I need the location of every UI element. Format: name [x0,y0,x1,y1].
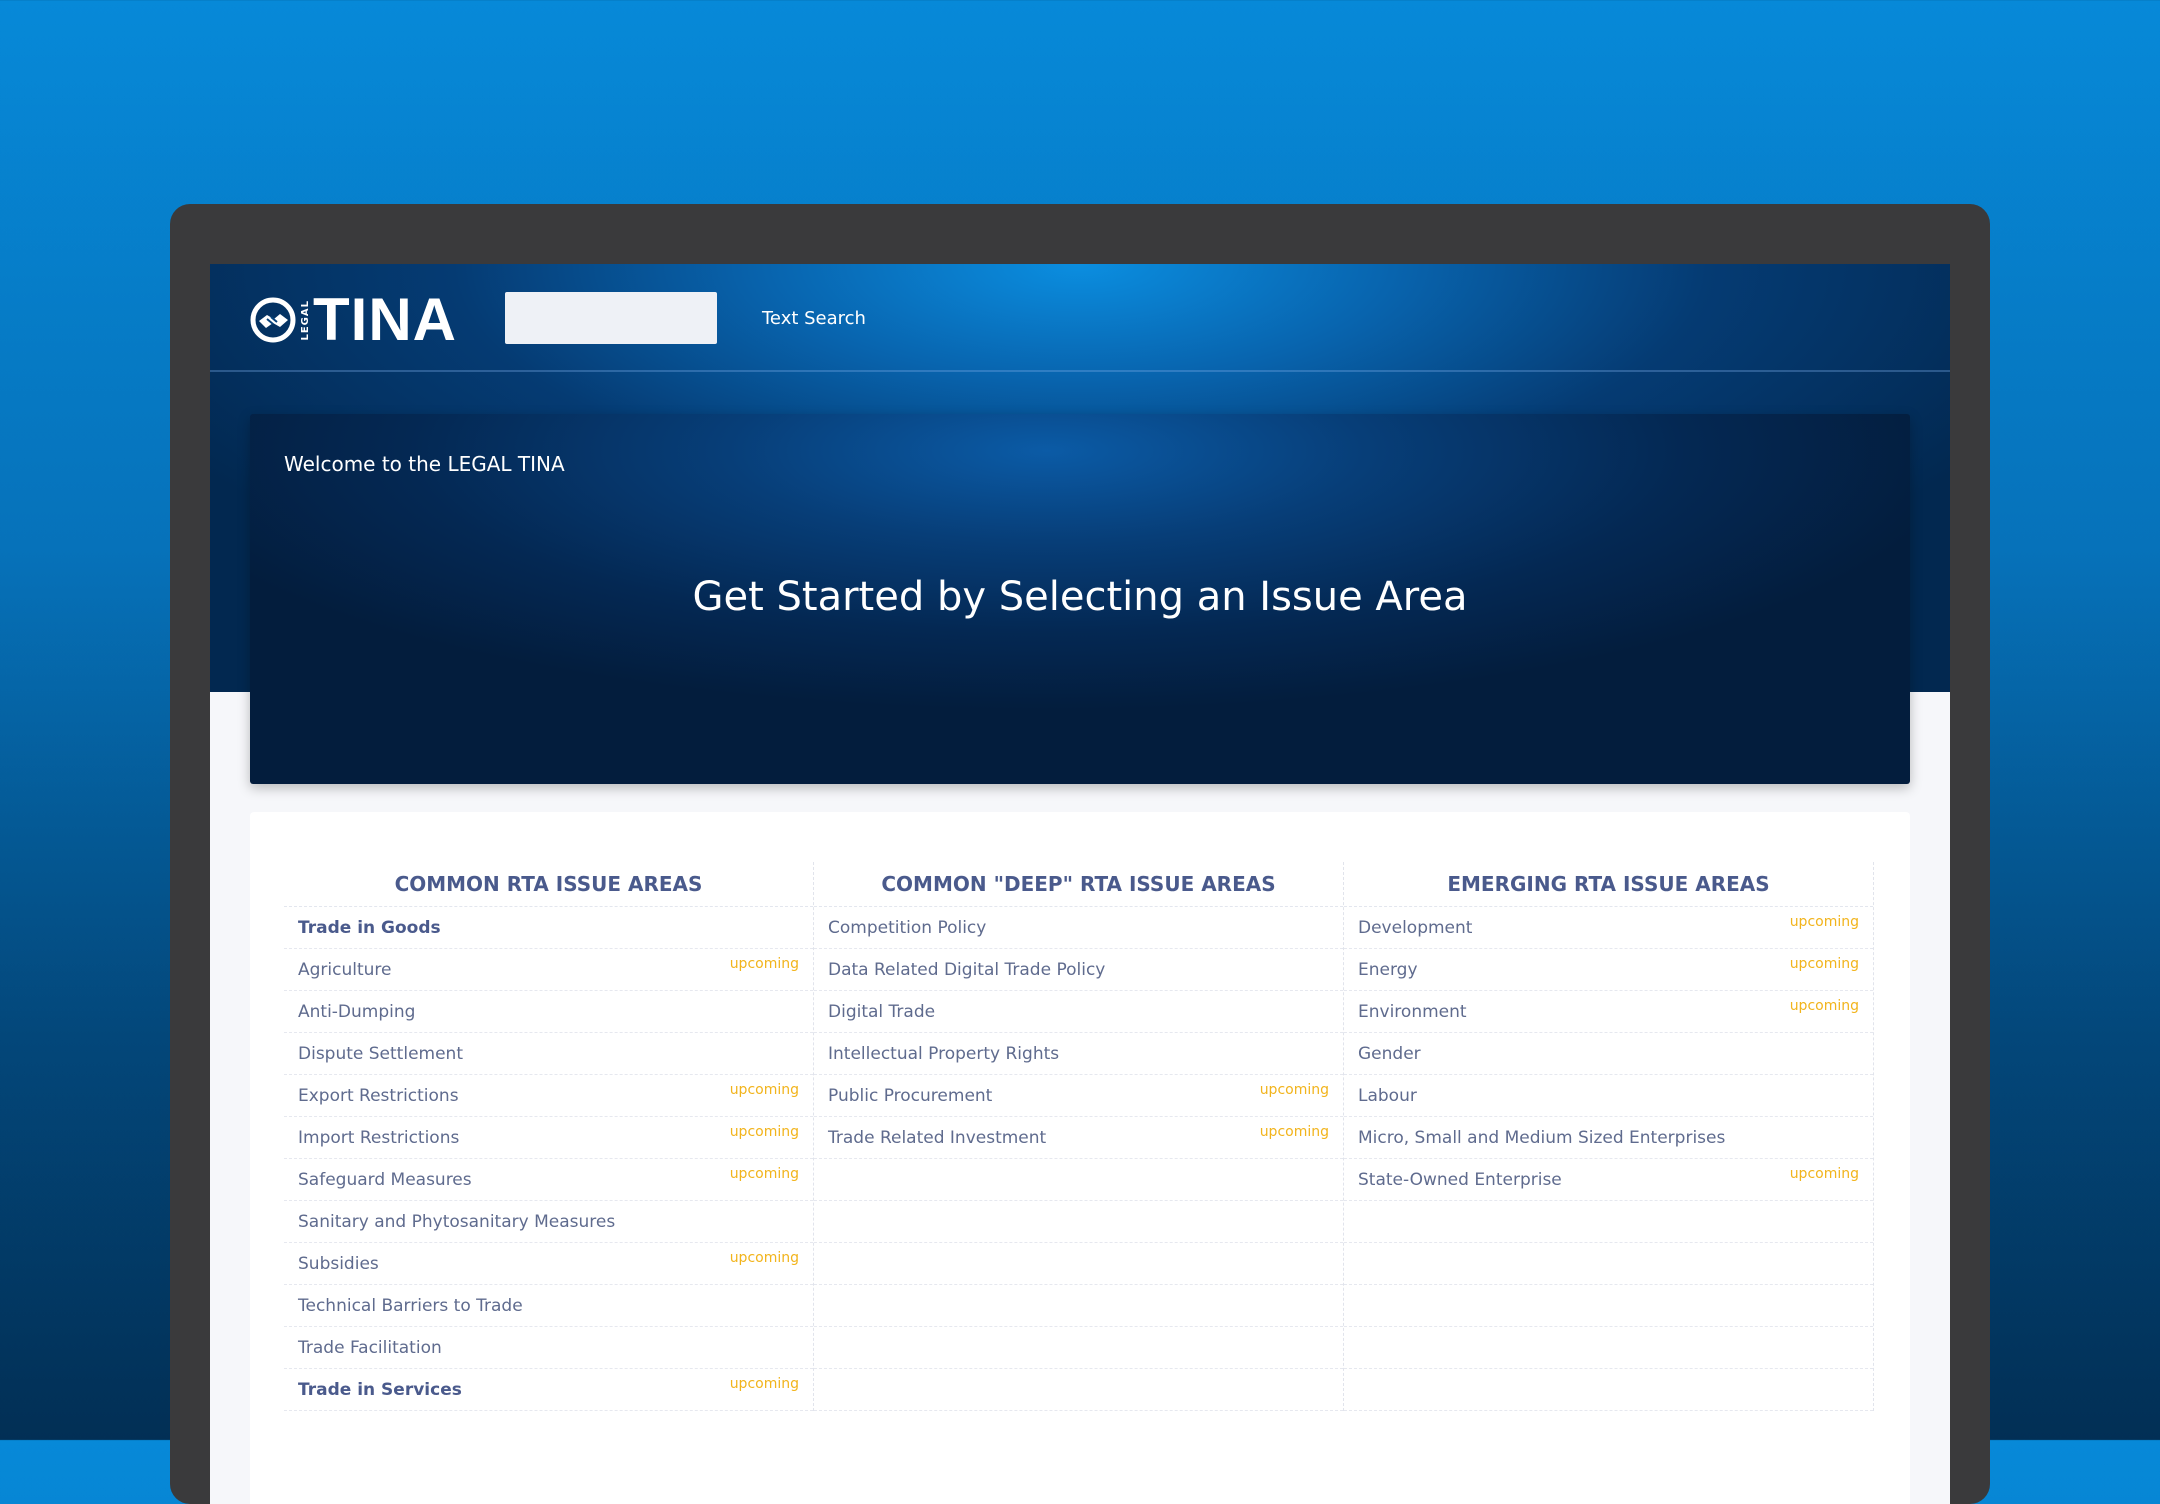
tab-key-issue-areas[interactable]: Key Issue Areas [505,292,717,344]
upcoming-badge: upcoming [729,1166,799,1182]
upcoming-badge: upcoming [1789,956,1859,972]
issue-area-dispute-settlement[interactable]: Dispute Settlement [284,1033,813,1075]
issue-area-export-restrictions[interactable]: Export Restrictions upcoming [284,1075,813,1117]
issue-area-label: Trade Facilitation [298,1337,442,1358]
issue-area-label: Intellectual Property Rights [828,1043,1060,1064]
issue-area-energy[interactable]: Energy upcoming [1344,949,1873,991]
issue-area-data-related-digital-trade-policy[interactable]: Data Related Digital Trade Policy [814,949,1343,991]
issue-area-trade-in-services[interactable]: Trade in Services upcoming [284,1369,813,1411]
issue-area-agriculture[interactable]: Agriculture upcoming [284,949,813,991]
upcoming-badge: upcoming [729,1124,799,1140]
issue-column-2: COMMON "DEEP" RTA ISSUE AREAS Competition… [814,862,1344,1411]
issue-area-label: Agriculture [298,959,392,980]
issue-area-subsidies[interactable]: Subsidies upcoming [284,1243,813,1285]
issue-area-label: Development [1358,917,1473,938]
handshake-icon [250,297,296,343]
empty-row [1344,1243,1873,1285]
issue-area-anti-dumping[interactable]: Anti-Dumping [284,991,813,1033]
issue-area-label: Dispute Settlement [298,1043,463,1064]
issue-areas-panel: COMMON RTA ISSUE AREAS Trade in Goods Agri… [250,812,1910,1504]
empty-row [814,1201,1343,1243]
issue-area-label: Trade Related Investment [828,1127,1047,1148]
issue-area-label: Subsidies [298,1253,379,1274]
empty-row [814,1243,1343,1285]
issue-area-label: Competition Policy [828,917,987,938]
issue-area-micro-small-and-medium-sized-enterprises[interactable]: Micro, Small and Medium Sized Enterprise… [1344,1117,1873,1159]
issue-area-label: Energy [1358,959,1418,980]
issue-area-label: Export Restrictions [298,1085,459,1106]
issue-area-trade-related-investment[interactable]: Trade Related Investment upcoming [814,1117,1343,1159]
issue-area-label: Gender [1358,1043,1421,1064]
issue-area-technical-barriers-to-trade[interactable]: Technical Barriers to Trade [284,1285,813,1327]
issue-area-trade-in-goods[interactable]: Trade in Goods [284,907,813,949]
empty-row [1344,1285,1873,1327]
welcome-text: Welcome to the LEGAL TINA [284,452,565,476]
issue-area-safeguard-measures[interactable]: Safeguard Measures upcoming [284,1159,813,1201]
issue-area-label: Digital Trade [828,1001,936,1022]
issue-area-label: Environment [1358,1001,1467,1022]
empty-row [814,1327,1343,1369]
issue-area-label: Micro, Small and Medium Sized Enterprise… [1358,1127,1726,1148]
top-navbar: LEGAL TINA Key Issue Areas Text Search [210,264,1950,372]
issue-area-label: Trade in Services [298,1379,462,1400]
tab-text-search[interactable]: Text Search [762,292,866,344]
logo-legal-label: LEGAL [300,299,311,341]
issue-area-label: Import Restrictions [298,1127,460,1148]
empty-row [814,1369,1343,1411]
issue-area-digital-trade[interactable]: Digital Trade [814,991,1343,1033]
issue-area-label: Data Related Digital Trade Policy [828,959,1106,980]
column-heading: COMMON "DEEP" RTA ISSUE AREAS [814,862,1343,907]
app-screen: LEGAL TINA Key Issue Areas Text Search W… [210,264,1950,1504]
upcoming-badge: upcoming [1789,998,1859,1014]
issue-area-environment[interactable]: Environment upcoming [1344,991,1873,1033]
issue-area-label: Technical Barriers to Trade [298,1295,523,1316]
issue-area-trade-facilitation[interactable]: Trade Facilitation [284,1327,813,1369]
issue-area-columns: COMMON RTA ISSUE AREAS Trade in Goods Agri… [284,862,1874,1411]
empty-row [1344,1327,1873,1369]
upcoming-badge: upcoming [1789,1166,1859,1182]
empty-row [814,1285,1343,1327]
issue-area-label: Labour [1358,1085,1417,1106]
upcoming-badge: upcoming [729,956,799,972]
issue-area-import-restrictions[interactable]: Import Restrictions upcoming [284,1117,813,1159]
issue-column-3: EMERGING RTA ISSUE AREAS Development upcom… [1344,862,1874,1411]
issue-area-label: Public Procurement [828,1085,993,1106]
issue-area-labour[interactable]: Labour [1344,1075,1873,1117]
upcoming-badge: upcoming [729,1250,799,1266]
column-heading: COMMON RTA ISSUE AREAS [284,862,813,907]
issue-area-development[interactable]: Development upcoming [1344,907,1873,949]
issue-area-public-procurement[interactable]: Public Procurement upcoming [814,1075,1343,1117]
upcoming-badge: upcoming [729,1082,799,1098]
issue-area-label: Trade in Goods [298,917,441,938]
empty-row [1344,1369,1873,1411]
issue-area-sanitary-and-phytosanitary-measures[interactable]: Sanitary and Phytosanitary Measures [284,1201,813,1243]
laptop-frame: LEGAL TINA Key Issue Areas Text Search W… [170,204,1990,1504]
tina-logo[interactable]: LEGAL TINA [250,286,457,353]
issue-column-1: COMMON RTA ISSUE AREAS Trade in Goods Agri… [284,862,814,1411]
empty-row [814,1159,1343,1201]
column-heading: EMERGING RTA ISSUE AREAS [1344,862,1873,907]
issue-area-competition-policy[interactable]: Competition Policy [814,907,1343,949]
issue-area-label: State-Owned Enterprise [1358,1169,1562,1190]
issue-area-gender[interactable]: Gender [1344,1033,1873,1075]
issue-area-label: Safeguard Measures [298,1169,472,1190]
hero-banner: Welcome to the LEGAL TINA Get Started by… [250,414,1910,784]
upcoming-badge: upcoming [1259,1082,1329,1098]
issue-area-label: Anti-Dumping [298,1001,416,1022]
hero-title: Get Started by Selecting an Issue Area [692,574,1468,620]
upcoming-badge: upcoming [1259,1124,1329,1140]
logo-wordmark: TINA [313,286,457,353]
issue-area-label: Sanitary and Phytosanitary Measures [298,1211,616,1232]
upcoming-badge: upcoming [1789,914,1859,930]
upcoming-badge: upcoming [729,1376,799,1392]
issue-area-state-owned-enterprise[interactable]: State-Owned Enterprise upcoming [1344,1159,1873,1201]
empty-row [1344,1201,1873,1243]
issue-area-intellectual-property-rights[interactable]: Intellectual Property Rights [814,1033,1343,1075]
